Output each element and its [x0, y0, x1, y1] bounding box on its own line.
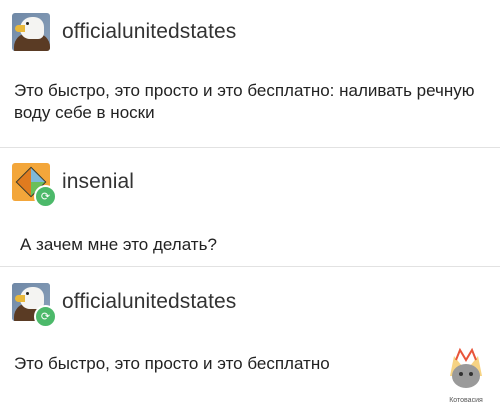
reblog-icon: ⟳ — [34, 185, 57, 208]
post-text: А зачем мне это делать? — [20, 235, 217, 254]
eagle-avatar-icon[interactable]: ⟳ — [12, 283, 57, 328]
post-text: Это быстро, это просто и это бесплатно: … — [14, 81, 475, 122]
orange-diamond-avatar-icon[interactable]: ⟳ — [12, 163, 57, 208]
username[interactable]: officialunitedstates — [62, 290, 236, 314]
post-1: officialunitedstates Это быстро, это про… — [0, 0, 500, 148]
reblog-icon: ⟳ — [34, 305, 57, 328]
post-header: ⟳ officialunitedstates — [12, 283, 236, 328]
username[interactable]: officialunitedstates — [62, 20, 236, 44]
post-text: Это быстро, это просто и это бесплатно — [14, 354, 330, 373]
watermark: Котовасия — [440, 346, 492, 404]
post-3: ⟳ officialunitedstates Это быстро, это п… — [0, 267, 500, 412]
post-2: ⟳ insenial А зачем мне это делать? — [0, 148, 500, 266]
watermark-text: Котовасия — [449, 397, 483, 404]
cat-logo-icon — [450, 347, 482, 388]
post-header: ⟳ insenial — [12, 163, 134, 208]
username[interactable]: insenial — [62, 170, 134, 194]
eagle-avatar-icon[interactable] — [12, 13, 50, 51]
post-header: officialunitedstates — [12, 13, 236, 51]
